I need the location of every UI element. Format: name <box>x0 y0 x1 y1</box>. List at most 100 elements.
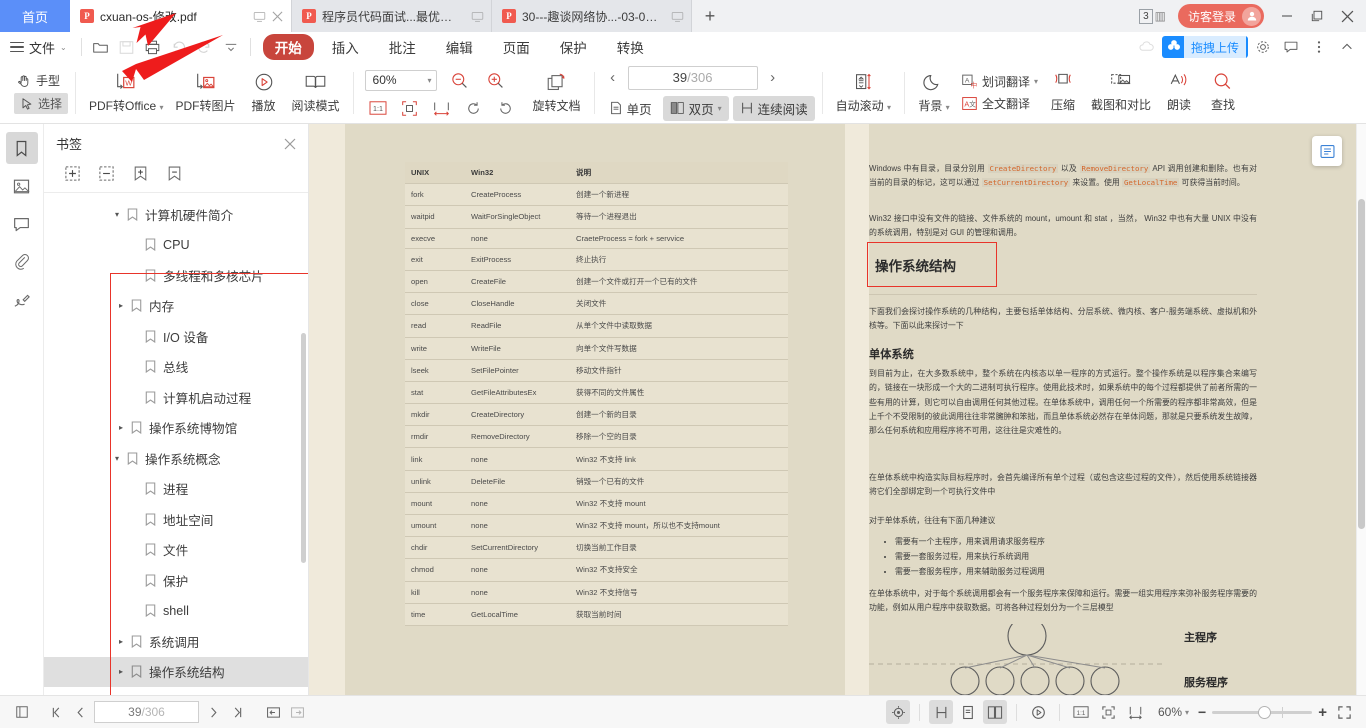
chevron-right-icon[interactable]: ▸ <box>114 637 128 646</box>
bookmark-item-6[interactable]: 计算机启动过程 <box>44 382 308 413</box>
pdf-viewport[interactable]: UNIX Win32 说明 fork CreateProcess 创建一个新进程 wa… <box>309 124 1366 695</box>
ribbon-tab-page[interactable]: 页面 <box>491 34 542 60</box>
rotate-right-button[interactable] <box>495 98 517 118</box>
next-page-button-status[interactable] <box>201 700 225 724</box>
expand-all-icon[interactable] <box>62 163 82 183</box>
ai-assistant-button[interactable] <box>1312 136 1342 166</box>
bookmark-item-3[interactable]: ▸ 内存 <box>44 291 308 322</box>
zoom-level-select[interactable]: 60% ▾ <box>364 69 437 91</box>
actual-size-button-status[interactable]: 1:1 <box>1069 700 1093 724</box>
eye-protection-button[interactable] <box>886 700 910 724</box>
background-button[interactable]: 背景 ▾ <box>912 65 956 121</box>
single-page-button[interactable]: 单页 <box>602 96 659 121</box>
tab-count-badge[interactable]: 3 <box>1139 8 1153 24</box>
status-zoom-select[interactable]: 60% ▾ <box>1158 705 1189 719</box>
rail-thumbnail-icon[interactable] <box>6 170 38 202</box>
find-button[interactable]: 查找 <box>1201 65 1245 121</box>
select-tool-button[interactable]: 选择 <box>14 93 69 114</box>
next-page-button[interactable]: › <box>762 65 784 91</box>
continuous-layout-button[interactable] <box>929 700 953 724</box>
ribbon-tab-start[interactable]: 开始 <box>262 34 314 60</box>
chevron-down-icon[interactable]: ▾ <box>110 454 124 463</box>
bookmark-scrollbar[interactable] <box>301 333 306 563</box>
chevron-right-icon[interactable]: ▸ <box>114 301 128 310</box>
home-tab[interactable]: 首页 <box>0 0 70 32</box>
screenshot-compare-button[interactable]: 截图和对比 <box>1085 65 1157 121</box>
document-tab-3[interactable]: P 30---趣谈网络协...-03-01.pdf <box>492 0 692 32</box>
next-view-button[interactable] <box>285 700 309 724</box>
bookmark-item-8[interactable]: ▾ 操作系统概念 <box>44 443 308 474</box>
close-window-button[interactable] <box>1332 1 1362 31</box>
bookmark-item-12[interactable]: 保护 <box>44 565 308 596</box>
chevron-right-icon[interactable]: ▸ <box>114 667 128 676</box>
cloud-sync-icon[interactable] <box>1134 34 1160 60</box>
chevron-right-icon[interactable]: ▸ <box>114 423 128 432</box>
bookmark-item-11[interactable]: 文件 <box>44 535 308 566</box>
scrollbar-thumb[interactable] <box>1358 199 1365 529</box>
rotate-left-button[interactable] <box>463 98 485 118</box>
bookmark-item-2[interactable]: 多线程和多核芯片 <box>44 260 308 291</box>
compress-button[interactable]: 压缩 <box>1041 65 1085 121</box>
bookmark-item-13[interactable]: shell <box>44 596 308 627</box>
bookmark-item-7[interactable]: ▸ 操作系统博物馆 <box>44 413 308 444</box>
collapse-all-icon[interactable] <box>96 163 116 183</box>
single-layout-button[interactable] <box>956 700 980 724</box>
bookmark-item-4[interactable]: I/O 设备 <box>44 321 308 352</box>
fit-page-button-status[interactable] <box>1096 700 1120 724</box>
chevron-down-icon[interactable]: ▾ <box>110 210 124 219</box>
bookmark-item-16[interactable]: ▸ 进程和线程 <box>44 687 308 695</box>
bookmark-item-0[interactable]: ▾ 计算机硬件简介 <box>44 199 308 230</box>
pdf-to-image-button[interactable]: PDF转图片 <box>170 65 242 121</box>
pdf-vertical-scrollbar[interactable] <box>1356 124 1366 695</box>
previous-page-button[interactable]: ‹ <box>602 65 624 91</box>
rail-comment-icon[interactable] <box>6 208 38 240</box>
maximize-button[interactable] <box>1302 1 1332 31</box>
full-translate-button[interactable]: A文 全文翻译 <box>958 94 1041 113</box>
rail-bookmark-icon[interactable] <box>5 132 38 164</box>
feedback-icon[interactable] <box>1278 34 1304 60</box>
read-aloud-button[interactable]: 朗读 <box>1157 65 1201 121</box>
rail-attachment-icon[interactable] <box>6 246 38 278</box>
print-icon[interactable] <box>140 34 166 60</box>
fit-width-button[interactable] <box>431 98 453 118</box>
bookmark-item-14[interactable]: ▸ 系统调用 <box>44 626 308 657</box>
hand-tool-button[interactable]: 手型 <box>14 71 68 90</box>
close-panel-icon[interactable] <box>284 138 296 150</box>
ribbon-tab-insert[interactable]: 插入 <box>320 34 371 60</box>
zoom-out-button[interactable] <box>447 67 473 93</box>
continuous-read-button[interactable]: 连续阅读 <box>732 95 815 121</box>
status-page-input[interactable]: 39/306 <box>94 701 199 723</box>
bookmark-item-1[interactable]: CPU <box>44 230 308 261</box>
document-tab-1[interactable]: P cxuan-os-修改.pdf <box>70 0 292 32</box>
double-layout-button[interactable] <box>983 700 1007 724</box>
open-folder-icon[interactable] <box>88 34 114 60</box>
read-mode-button[interactable]: 阅读模式 <box>286 65 346 121</box>
document-tab-2[interactable]: P 程序员代码面试...最优解.pdf <box>292 0 492 32</box>
add-bookmark-icon[interactable] <box>130 163 150 183</box>
bookmark-item-10[interactable]: 地址空间 <box>44 504 308 535</box>
new-tab-button[interactable]: + <box>692 0 728 32</box>
guest-login-button[interactable]: 访客登录 <box>1177 4 1264 28</box>
double-page-button[interactable]: 双页 ▾ <box>662 95 729 121</box>
collapse-ribbon-icon[interactable] <box>1334 34 1360 60</box>
fit-width-button-status[interactable] <box>1123 700 1147 724</box>
previous-view-button[interactable] <box>261 700 285 724</box>
rotate-document-button[interactable]: 旋转文档 <box>527 65 587 121</box>
tab-close-icon[interactable] <box>269 8 285 24</box>
auto-scroll-button[interactable]: 自动滚动 ▾ <box>830 65 897 121</box>
zoom-in-stepper[interactable]: + <box>1318 704 1327 721</box>
first-page-button[interactable] <box>44 700 68 724</box>
bookmark-item-9[interactable]: 进程 <box>44 474 308 505</box>
bookmark-item-5[interactable]: 总线 <box>44 352 308 383</box>
pdf-to-office-button[interactable]: W PDF转Office ▾ <box>83 65 170 121</box>
zoom-slider-knob[interactable] <box>1258 705 1272 719</box>
ribbon-tab-edit[interactable]: 编辑 <box>434 34 485 60</box>
minimize-button[interactable] <box>1272 1 1302 31</box>
zoom-slider[interactable] <box>1212 705 1313 719</box>
rail-signature-icon[interactable] <box>6 284 38 316</box>
bookmark-item-15[interactable]: ▸ 操作系统结构 <box>44 656 308 687</box>
ribbon-tab-convert[interactable]: 转换 <box>605 34 656 60</box>
toggle-sidebar-button[interactable] <box>10 700 34 724</box>
more-options-icon[interactable] <box>1306 34 1332 60</box>
zoom-out-stepper[interactable]: − <box>1198 704 1206 720</box>
